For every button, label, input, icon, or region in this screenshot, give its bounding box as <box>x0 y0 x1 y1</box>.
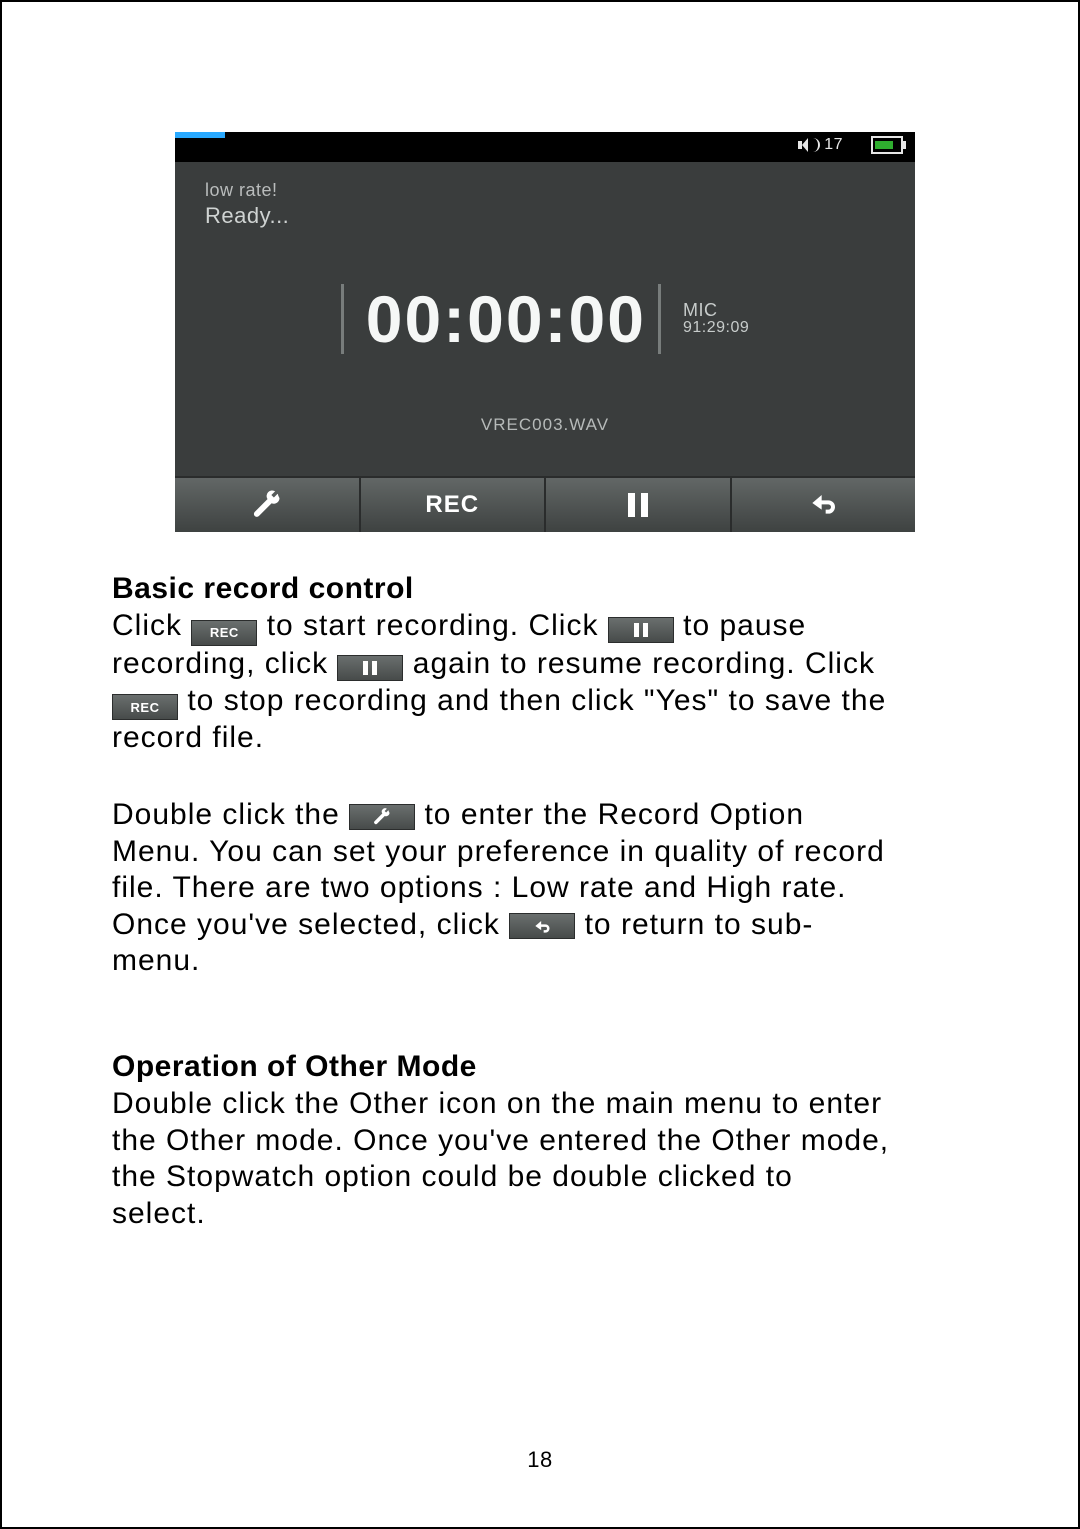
timer-side-info: MIC 91:29:09 <box>683 301 749 337</box>
inline-rec-button: REC <box>112 694 178 720</box>
text: to enter the Record Option <box>424 798 804 831</box>
return-icon <box>532 916 552 936</box>
text: Once you've selected, click <box>112 908 500 941</box>
remaining-time: 91:29:09 <box>683 320 749 337</box>
status-bar: 17 <box>175 132 915 162</box>
battery-icon <box>871 136 903 154</box>
inline-pause-button <box>337 655 403 681</box>
pause-icon <box>363 661 377 675</box>
current-filename: VREC003.WAV <box>205 415 885 435</box>
text: record file. <box>112 720 978 757</box>
text: to return to sub- <box>585 908 814 941</box>
volume-level: 17 <box>824 136 843 154</box>
battery-fill <box>875 141 893 149</box>
settings-button[interactable] <box>175 476 361 532</box>
rate-status: low rate! <box>205 180 885 201</box>
wrench-icon <box>373 808 391 826</box>
text: menu. <box>112 943 978 980</box>
text: recording, click <box>112 647 328 680</box>
page-number: 18 <box>2 1447 1078 1473</box>
text: the Stopwatch option could be double cli… <box>112 1159 978 1196</box>
recorder-screenshot: 17 low rate! Ready... 00:00:00 MIC 91:29… <box>175 132 915 532</box>
timer-row: 00:00:00 MIC 91:29:09 <box>205 281 885 357</box>
pause-button[interactable] <box>546 476 732 532</box>
text: Double click the <box>112 798 340 831</box>
inline-settings-button <box>349 804 415 830</box>
rec-label: REC <box>425 491 479 519</box>
manual-page: 17 low rate! Ready... 00:00:00 MIC 91:29… <box>0 0 1080 1529</box>
section-title-basic: Basic record control <box>112 572 978 606</box>
text: Double click the Other icon on the main … <box>112 1086 978 1123</box>
basic-record-body: Click REC to start recording. Click to p… <box>112 608 978 980</box>
ready-status: Ready... <box>205 203 885 229</box>
return-button[interactable] <box>732 476 916 532</box>
text: again to resume recording. Click <box>413 647 875 680</box>
text: to pause <box>683 609 806 642</box>
timer-bracket-left <box>341 284 354 354</box>
inline-pause-button <box>608 617 674 643</box>
section-title-other: Operation of Other Mode <box>112 1050 978 1084</box>
text: to start recording. Click <box>267 609 608 642</box>
timer-bracket-right <box>658 284 671 354</box>
elapsed-time: 00:00:00 <box>366 281 646 357</box>
text: Menu. You can set your preference in qua… <box>112 834 978 871</box>
inline-rec-label: REC <box>210 625 239 641</box>
active-tab-indicator <box>175 132 225 138</box>
text: to stop recording and then click "Yes" t… <box>187 684 886 717</box>
inline-return-button <box>509 913 575 939</box>
mic-label: MIC <box>683 301 749 320</box>
record-button[interactable]: REC <box>361 476 547 532</box>
text: select. <box>112 1196 978 1233</box>
wrench-icon <box>252 490 282 520</box>
pause-icon <box>634 623 648 637</box>
speaker-wave-icon <box>812 138 820 152</box>
speaker-icon <box>798 138 812 152</box>
volume-indicator: 17 <box>798 136 843 154</box>
device-button-bar: REC <box>175 476 915 532</box>
inline-rec-label: REC <box>131 700 160 716</box>
inline-rec-button: REC <box>191 620 257 646</box>
text: file. There are two options : Low rate a… <box>112 870 978 907</box>
text: Click <box>112 609 182 642</box>
return-icon <box>807 487 839 524</box>
other-mode-body: Double click the Other icon on the main … <box>112 1086 978 1232</box>
text: the Other mode. Once you've entered the … <box>112 1123 978 1160</box>
pause-icon <box>628 493 648 517</box>
